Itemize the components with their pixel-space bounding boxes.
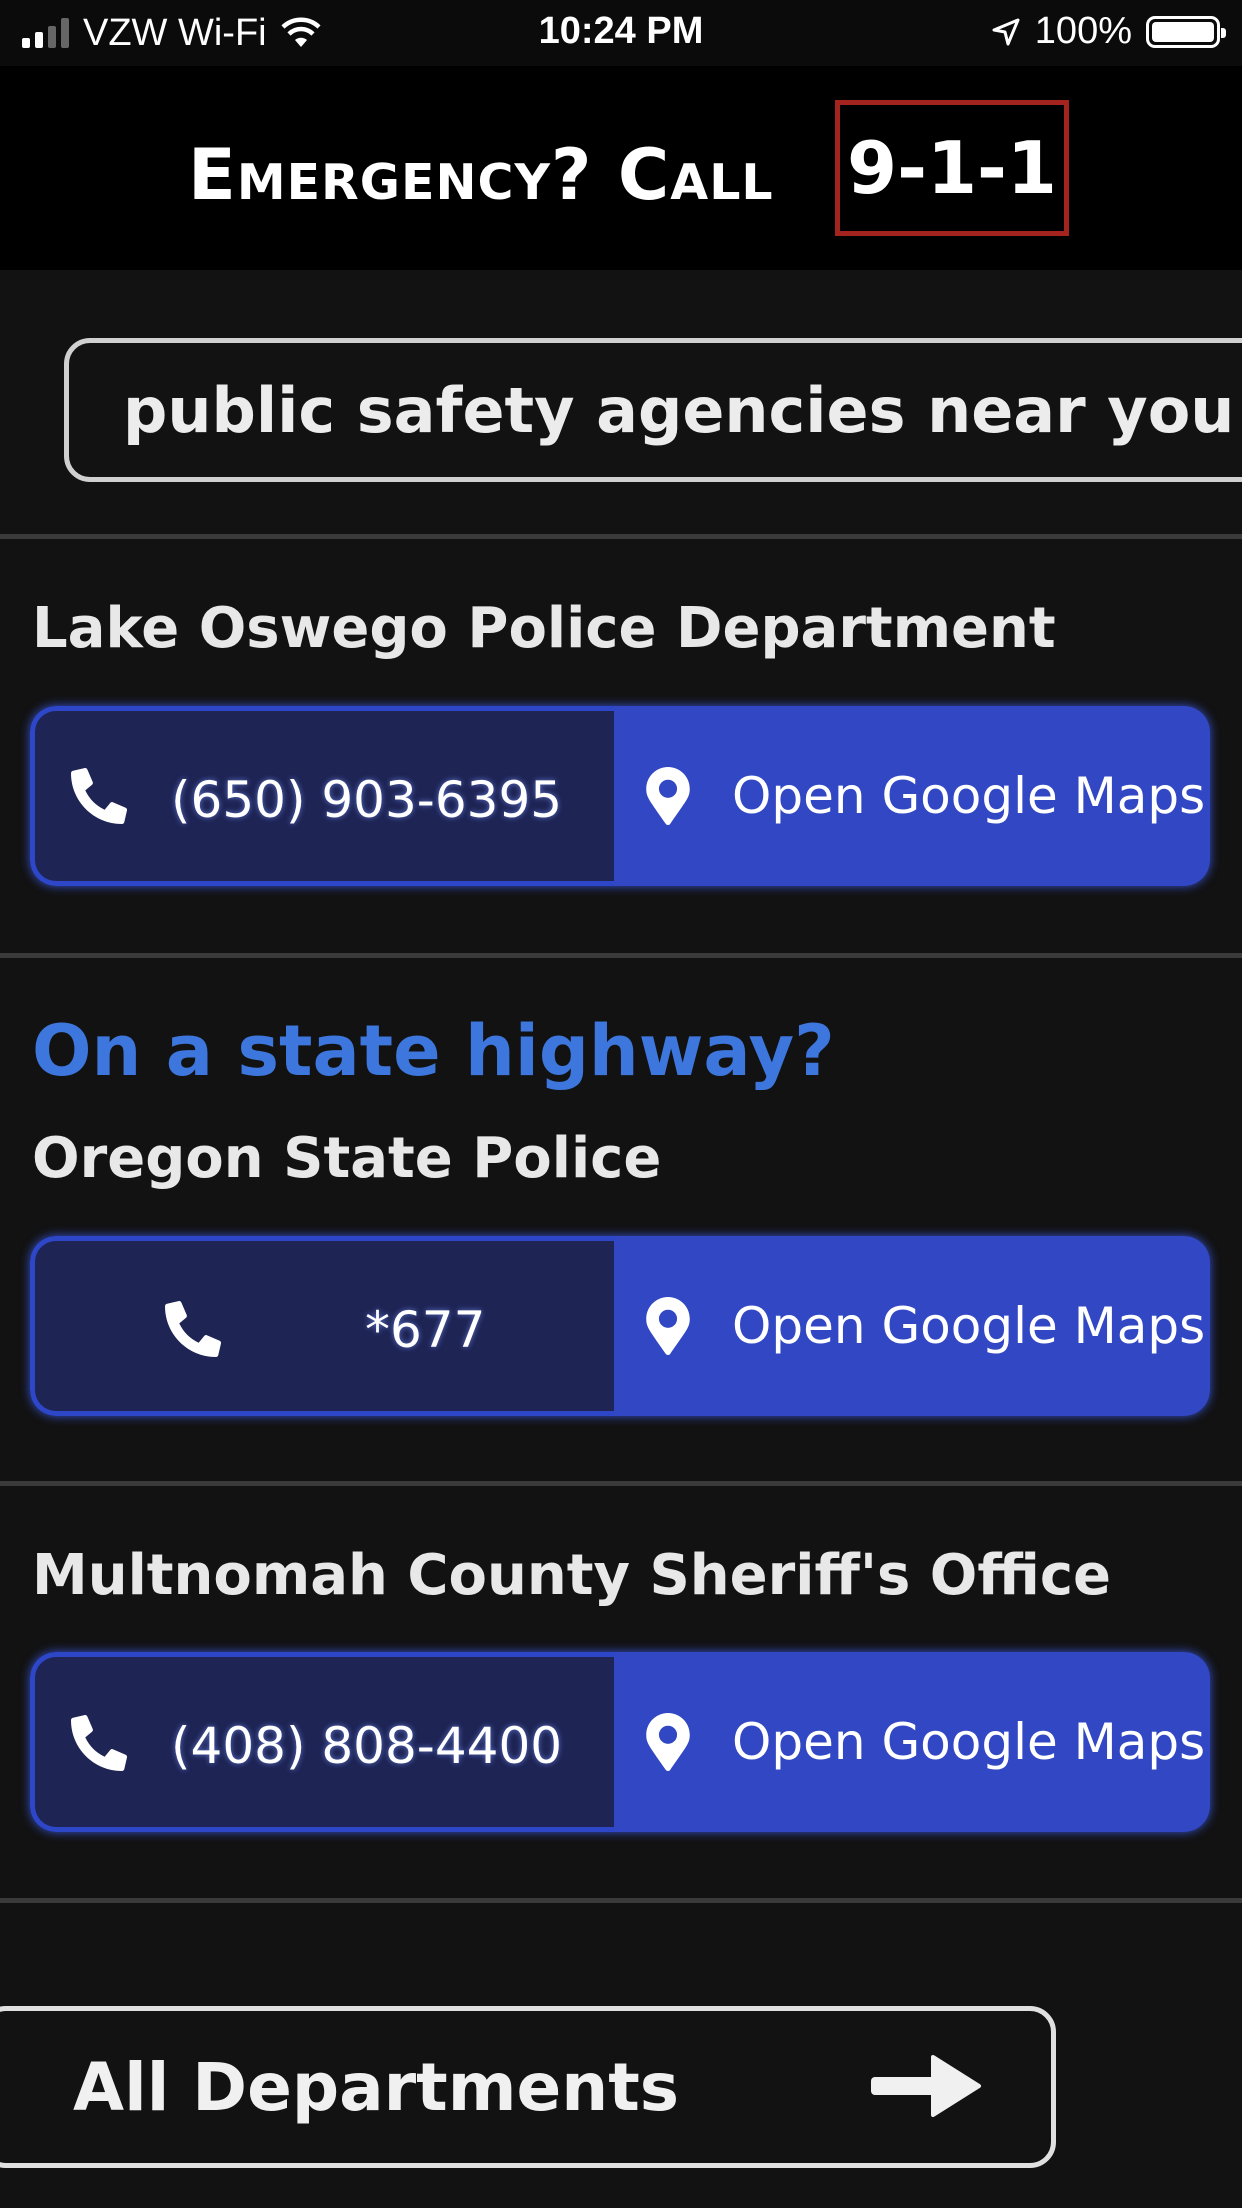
status-bar: VZW Wi-Fi 10:24 PM 100% bbox=[0, 0, 1242, 66]
divider bbox=[0, 534, 1242, 539]
emergency-header: Emergency? Call 9-1-1 bbox=[0, 66, 1242, 270]
agency-actions: *677 Open Google Maps bbox=[30, 1236, 1210, 1416]
open-maps-button[interactable]: Open Google Maps bbox=[614, 1652, 1210, 1832]
phone-number: (650) 903-6395 bbox=[171, 771, 563, 829]
divider bbox=[0, 1898, 1242, 1903]
map-pin-icon bbox=[646, 1713, 690, 1771]
call-button[interactable]: (408) 808-4400 bbox=[30, 1652, 614, 1832]
agency-name: Oregon State Police bbox=[32, 1126, 662, 1191]
map-pin-icon bbox=[646, 1297, 690, 1355]
phone-number: (408) 808-4400 bbox=[171, 1717, 563, 1775]
highway-heading: On a state highway? bbox=[32, 1010, 835, 1092]
open-maps-button[interactable]: Open Google Maps bbox=[614, 706, 1210, 886]
divider bbox=[0, 953, 1242, 958]
agency-actions: (408) 808-4400 Open Google Maps bbox=[30, 1652, 1210, 1832]
maps-label: Open Google Maps bbox=[732, 1713, 1206, 1771]
status-right: 100% bbox=[991, 10, 1226, 53]
battery-percent: 100% bbox=[1034, 10, 1132, 52]
map-pin-icon bbox=[646, 767, 690, 825]
all-departments-button[interactable]: All Departments bbox=[0, 2006, 1056, 2168]
all-departments-label: All Departments bbox=[73, 2048, 680, 2126]
open-maps-button[interactable]: Open Google Maps bbox=[614, 1236, 1210, 1416]
phone-number: *677 bbox=[365, 1301, 486, 1359]
arrow-right-icon bbox=[871, 2055, 981, 2117]
battery-icon bbox=[1146, 15, 1226, 48]
agency-name: Multnomah County Sheriff's Office bbox=[32, 1543, 1112, 1608]
phone-icon bbox=[71, 1715, 127, 1771]
location-arrow-icon bbox=[992, 18, 1020, 45]
call-button[interactable]: *677 bbox=[30, 1236, 614, 1416]
call-button[interactable]: (650) 903-6395 bbox=[30, 706, 614, 886]
phone-icon bbox=[71, 768, 127, 824]
agencies-search-label[interactable]: public safety agencies near you bbox=[64, 338, 1242, 482]
maps-label: Open Google Maps bbox=[732, 1297, 1206, 1355]
maps-label: Open Google Maps bbox=[732, 767, 1206, 825]
agency-actions: (650) 903-6395 Open Google Maps bbox=[30, 706, 1210, 886]
agency-name: Lake Oswego Police Department bbox=[32, 596, 1056, 661]
phone-icon bbox=[165, 1301, 221, 1357]
emergency-number-button[interactable]: 9-1-1 bbox=[835, 100, 1069, 236]
divider bbox=[0, 1481, 1242, 1486]
emergency-text: Emergency? Call bbox=[188, 134, 774, 216]
